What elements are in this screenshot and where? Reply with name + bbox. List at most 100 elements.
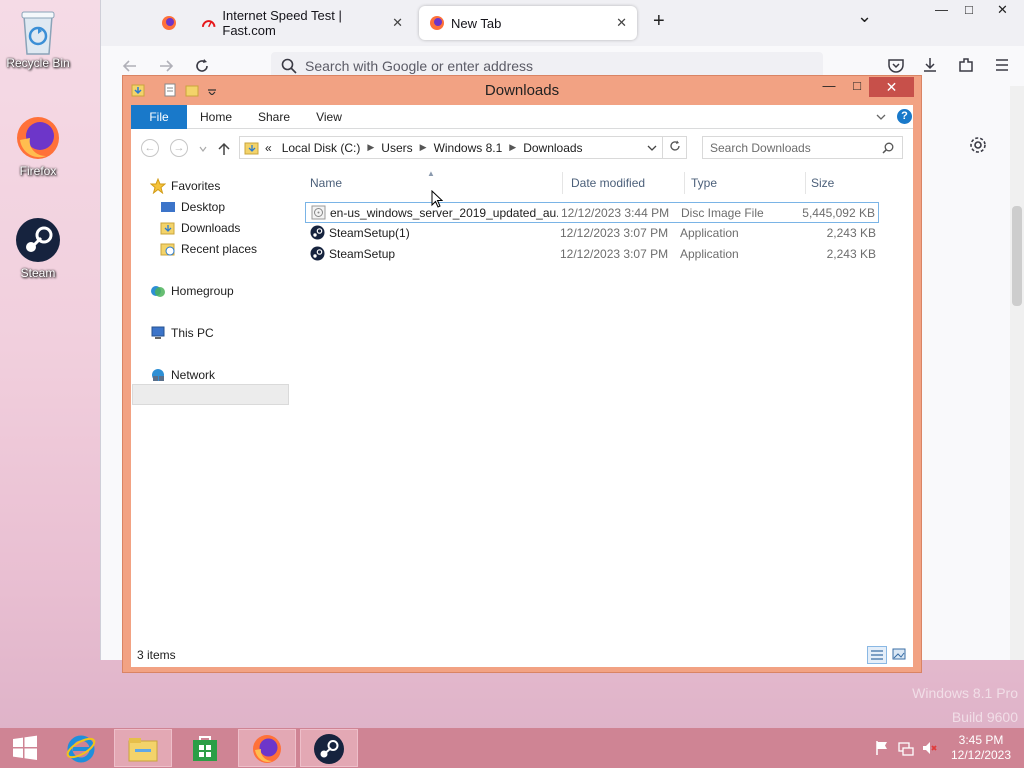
menu-icon[interactable] xyxy=(993,56,1011,74)
address-bar[interactable]: « Local Disk (C:) ▶ Users ▶ Windows 8.1 … xyxy=(239,136,663,159)
pocket-icon[interactable] xyxy=(887,57,905,75)
start-button[interactable] xyxy=(0,729,50,767)
browser-scrollbar[interactable] xyxy=(1010,86,1024,660)
network-icon xyxy=(152,369,164,381)
browser-close-button[interactable]: ✕ xyxy=(997,2,1008,18)
ribbon-tab-file[interactable]: File xyxy=(131,105,187,129)
download-icon[interactable] xyxy=(921,56,939,74)
gear-icon[interactable] xyxy=(969,136,987,154)
search-icon xyxy=(882,142,894,154)
file-name: SteamSetup xyxy=(329,247,396,261)
file-row[interactable]: SteamSetup(1) 12/12/2023 3:07 PM Applica… xyxy=(305,223,879,244)
taskbar-explorer-button[interactable] xyxy=(114,729,172,767)
desktop-icon-steam[interactable]: Steam xyxy=(0,216,76,280)
nav-recent-places[interactable]: Recent places xyxy=(160,239,257,259)
refresh-button[interactable] xyxy=(663,136,687,159)
up-arrow-icon[interactable] xyxy=(217,142,231,156)
taskbar-store-button[interactable] xyxy=(176,729,234,767)
nav-desktop[interactable]: Desktop xyxy=(160,197,225,217)
back-icon[interactable] xyxy=(121,57,139,75)
forward-button[interactable]: → xyxy=(170,139,188,157)
search-box[interactable]: Search Downloads xyxy=(702,136,903,159)
nav-label: Homegroup xyxy=(171,284,234,298)
nav-label: Desktop xyxy=(181,200,226,214)
file-row[interactable]: SteamSetup 12/12/2023 3:07 PM Applicatio… xyxy=(305,244,879,265)
windows-logo-icon xyxy=(13,735,37,760)
file-type: Application xyxy=(680,247,739,261)
ribbon-tab-home[interactable]: Home xyxy=(191,105,241,129)
taskbar-steam-button[interactable] xyxy=(300,729,358,767)
breadcrumb-overflow[interactable]: « xyxy=(260,141,277,155)
tab-close-icon[interactable]: ✕ xyxy=(392,15,403,31)
volume-muted-icon[interactable] xyxy=(922,740,938,756)
steam-icon xyxy=(310,246,325,261)
ribbon-tab-view[interactable]: View xyxy=(307,105,351,129)
tab-list-button[interactable]: ⌄ xyxy=(857,6,872,27)
column-divider[interactable] xyxy=(805,172,806,194)
item-count: 3 items xyxy=(137,648,176,662)
breadcrumb-users[interactable]: Users xyxy=(376,141,417,155)
search-icon xyxy=(281,58,297,74)
extensions-icon[interactable] xyxy=(957,56,975,74)
ribbon-tab-share[interactable]: Share xyxy=(249,105,299,129)
desktop-icon-firefox[interactable]: Firefox xyxy=(0,114,76,178)
browser-tab-fastcom[interactable]: Internet Speed Test | Fast.com ✕ xyxy=(191,6,413,40)
explorer-maximize-button[interactable]: □ xyxy=(845,78,869,98)
file-name: en-us_windows_server_2019_updated_au... xyxy=(330,206,558,220)
new-tab-button[interactable]: + xyxy=(653,10,665,33)
breadcrumb-downloads[interactable]: Downloads xyxy=(518,141,587,155)
taskbar-clock[interactable]: 3:45 PM 12/12/2023 xyxy=(944,733,1018,763)
column-header-date[interactable]: Date modified xyxy=(571,176,645,190)
file-type: Application xyxy=(680,226,739,240)
expand-ribbon-icon[interactable] xyxy=(875,111,887,123)
action-center-flag-icon[interactable] xyxy=(874,740,890,756)
details-view-button[interactable] xyxy=(867,646,887,664)
steam-icon xyxy=(14,216,62,264)
file-date: 12/12/2023 3:44 PM xyxy=(561,206,670,220)
breadcrumb-local-disk[interactable]: Local Disk (C:) xyxy=(277,141,366,155)
column-divider[interactable] xyxy=(684,172,685,194)
explorer-title-bar[interactable]: Downloads — □ ✕ xyxy=(123,76,921,104)
reload-icon[interactable] xyxy=(193,57,211,75)
nav-homegroup[interactable]: Homegroup xyxy=(150,281,234,301)
recycle-bin-icon xyxy=(14,6,62,55)
large-icons-view-button[interactable] xyxy=(890,646,910,664)
forward-icon[interactable] xyxy=(157,57,175,75)
column-divider[interactable] xyxy=(562,172,563,194)
column-header-name[interactable]: Name xyxy=(310,176,342,190)
chevron-down-icon[interactable] xyxy=(647,143,657,153)
help-button[interactable]: ? xyxy=(897,109,912,124)
breadcrumb-chevron-icon[interactable]: ▶ xyxy=(418,142,429,153)
nav-favorites[interactable]: Favorites xyxy=(150,176,220,196)
column-header-type[interactable]: Type xyxy=(691,176,717,190)
network-tray-icon[interactable] xyxy=(898,740,914,756)
steam-icon xyxy=(314,734,344,764)
recent-locations-chevron-icon[interactable] xyxy=(199,145,207,153)
nav-downloads[interactable]: Downloads xyxy=(160,218,240,238)
firefox-icon xyxy=(253,735,281,763)
taskbar-ie-button[interactable] xyxy=(52,729,110,767)
browser-minimize-button[interactable]: — xyxy=(935,2,948,17)
browser-tab-pinned[interactable] xyxy=(151,6,187,40)
tab-close-icon[interactable]: ✕ xyxy=(616,15,627,31)
desktop-icon xyxy=(161,202,175,212)
browser-tab-new-tab[interactable]: New Tab ✕ xyxy=(419,6,637,40)
back-button[interactable]: ← xyxy=(141,139,159,157)
scrollbar-thumb[interactable] xyxy=(1012,206,1022,306)
column-header-size[interactable]: Size xyxy=(811,176,834,190)
browser-tab-bar: Internet Speed Test | Fast.com ✕ New Tab… xyxy=(101,0,1024,46)
nav-network[interactable]: Network xyxy=(150,365,215,385)
explorer-minimize-button[interactable]: — xyxy=(817,78,841,98)
breadcrumb-chevron-icon[interactable]: ▶ xyxy=(507,142,518,153)
taskbar-firefox-button[interactable] xyxy=(238,729,296,767)
desktop-icon-recycle-bin[interactable]: Recycle Bin xyxy=(0,6,76,70)
explorer-body: File Home Share View ? ← → « Local Disk … xyxy=(131,105,913,667)
file-row[interactable]: en-us_windows_server_2019_updated_au... … xyxy=(305,202,879,223)
breadcrumb-chevron-icon[interactable]: ▶ xyxy=(365,142,376,153)
breadcrumb-windows-81[interactable]: Windows 8.1 xyxy=(429,141,508,155)
details-view-icon xyxy=(871,650,883,660)
desktop-icon-label: Recycle Bin xyxy=(6,56,70,70)
browser-maximize-button[interactable]: □ xyxy=(965,2,973,17)
explorer-close-button[interactable]: ✕ xyxy=(869,77,914,97)
nav-this-pc[interactable]: This PC xyxy=(150,323,214,343)
